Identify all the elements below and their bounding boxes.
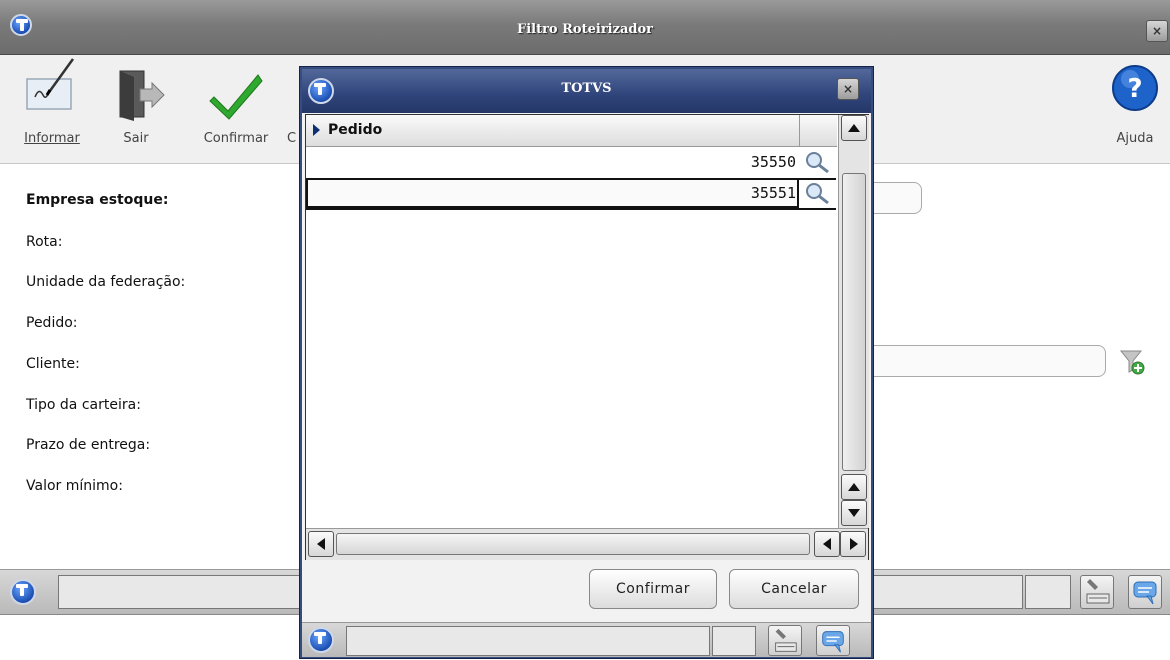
dialog-title: TOTVS [561,81,612,96]
magnifier-icon[interactable] [803,150,833,174]
status-field-secondary [873,575,1023,609]
horizontal-scroll-thumb[interactable] [336,533,810,555]
dialog-keyboard-tool-button[interactable] [768,625,802,656]
label-empresa-estoque: Empresa estoque: [26,192,169,208]
status-field-small [1025,575,1071,609]
status-logo-icon [10,579,36,605]
informar-label: Informar [24,131,80,146]
partial-label: C [287,131,297,146]
svg-text:?: ? [1127,74,1142,104]
pen-signature-icon [26,58,75,110]
table-row-selected[interactable]: 35551 [306,178,836,210]
sort-arrow-icon [313,124,320,136]
row-pedido-value: 35550 [750,153,796,171]
label-prazo-entrega: Prazo de entrega: [26,437,151,453]
confirmar-label: Confirmar [203,131,269,146]
confirmar-button[interactable]: Confirmar [190,55,282,163]
keyboard-tool-icon [775,628,797,652]
keyboard-tool-button[interactable] [1080,575,1114,609]
main-titlebar: Filtro Roteirizador × [0,0,1170,55]
scroll-up-button-lower[interactable] [841,474,867,500]
row-pedido-value: 35551 [750,184,796,202]
label-pedido: Pedido: [26,315,78,331]
horizontal-scrollbar[interactable] [306,528,868,560]
table-row[interactable]: 35550 [306,147,836,178]
dialog-statusbar [302,622,871,657]
informar-button[interactable]: Informar [10,55,94,163]
dialog-close-button[interactable]: × [837,78,859,100]
label-cliente: Cliente: [26,356,80,372]
cliente-input[interactable] [850,345,1106,377]
filter-funnel-icon[interactable] [1118,348,1148,376]
scroll-left-button-right[interactable] [814,531,840,557]
scroll-left-button[interactable] [308,531,334,557]
sair-button[interactable]: Sair [104,55,168,163]
partially-hidden-button[interactable]: C [284,55,300,163]
sair-label: Sair [123,131,149,146]
ajuda-label: Ajuda [1116,131,1154,146]
help-question-icon: ? [1112,65,1158,111]
scroll-up-button[interactable] [841,115,867,141]
scroll-down-button[interactable] [841,500,867,526]
label-tipo-carteira: Tipo da carteira: [26,397,141,413]
window-close-button[interactable]: × [1146,20,1168,42]
dialog-chat-button[interactable] [816,625,850,656]
vertical-scrollbar[interactable] [838,115,869,528]
dialog-titlebar: TOTVS × [302,69,871,113]
scroll-right-button[interactable] [840,531,866,557]
pedido-grid: Pedido 35550 35551 [305,114,869,560]
magnifier-icon[interactable] [803,181,833,205]
chat-bubble-icon [1133,581,1157,605]
grid-header-action [799,115,837,147]
ajuda-button[interactable]: ? Ajuda [1106,55,1164,163]
label-unidade-federacao: Unidade da federação: [26,274,186,290]
keyboard-tool-icon [1086,579,1110,604]
label-valor-minimo: Valor mínimo: [26,478,123,494]
dialog-status-logo-icon [308,627,334,653]
exit-door-icon [119,70,165,121]
checkmark-icon [209,74,263,120]
dialog-status-field-main [346,626,710,656]
dialog-status-field-small [712,626,756,656]
dialog-confirmar-button[interactable]: Confirmar [589,569,717,609]
totvs-dialog: TOTVS × Pedido 35550 35551 Confirmar Can… [300,67,873,658]
window-title: Filtro Roteirizador [516,22,654,37]
grid-column-pedido: Pedido [328,122,383,138]
chat-button[interactable] [1128,575,1162,609]
vertical-scroll-thumb[interactable] [842,173,866,471]
chat-bubble-icon [822,631,844,653]
label-rota: Rota: [26,234,63,250]
status-field-main [58,575,302,609]
grid-header[interactable]: Pedido [306,115,799,147]
dialog-cancelar-button[interactable]: Cancelar [729,569,859,609]
